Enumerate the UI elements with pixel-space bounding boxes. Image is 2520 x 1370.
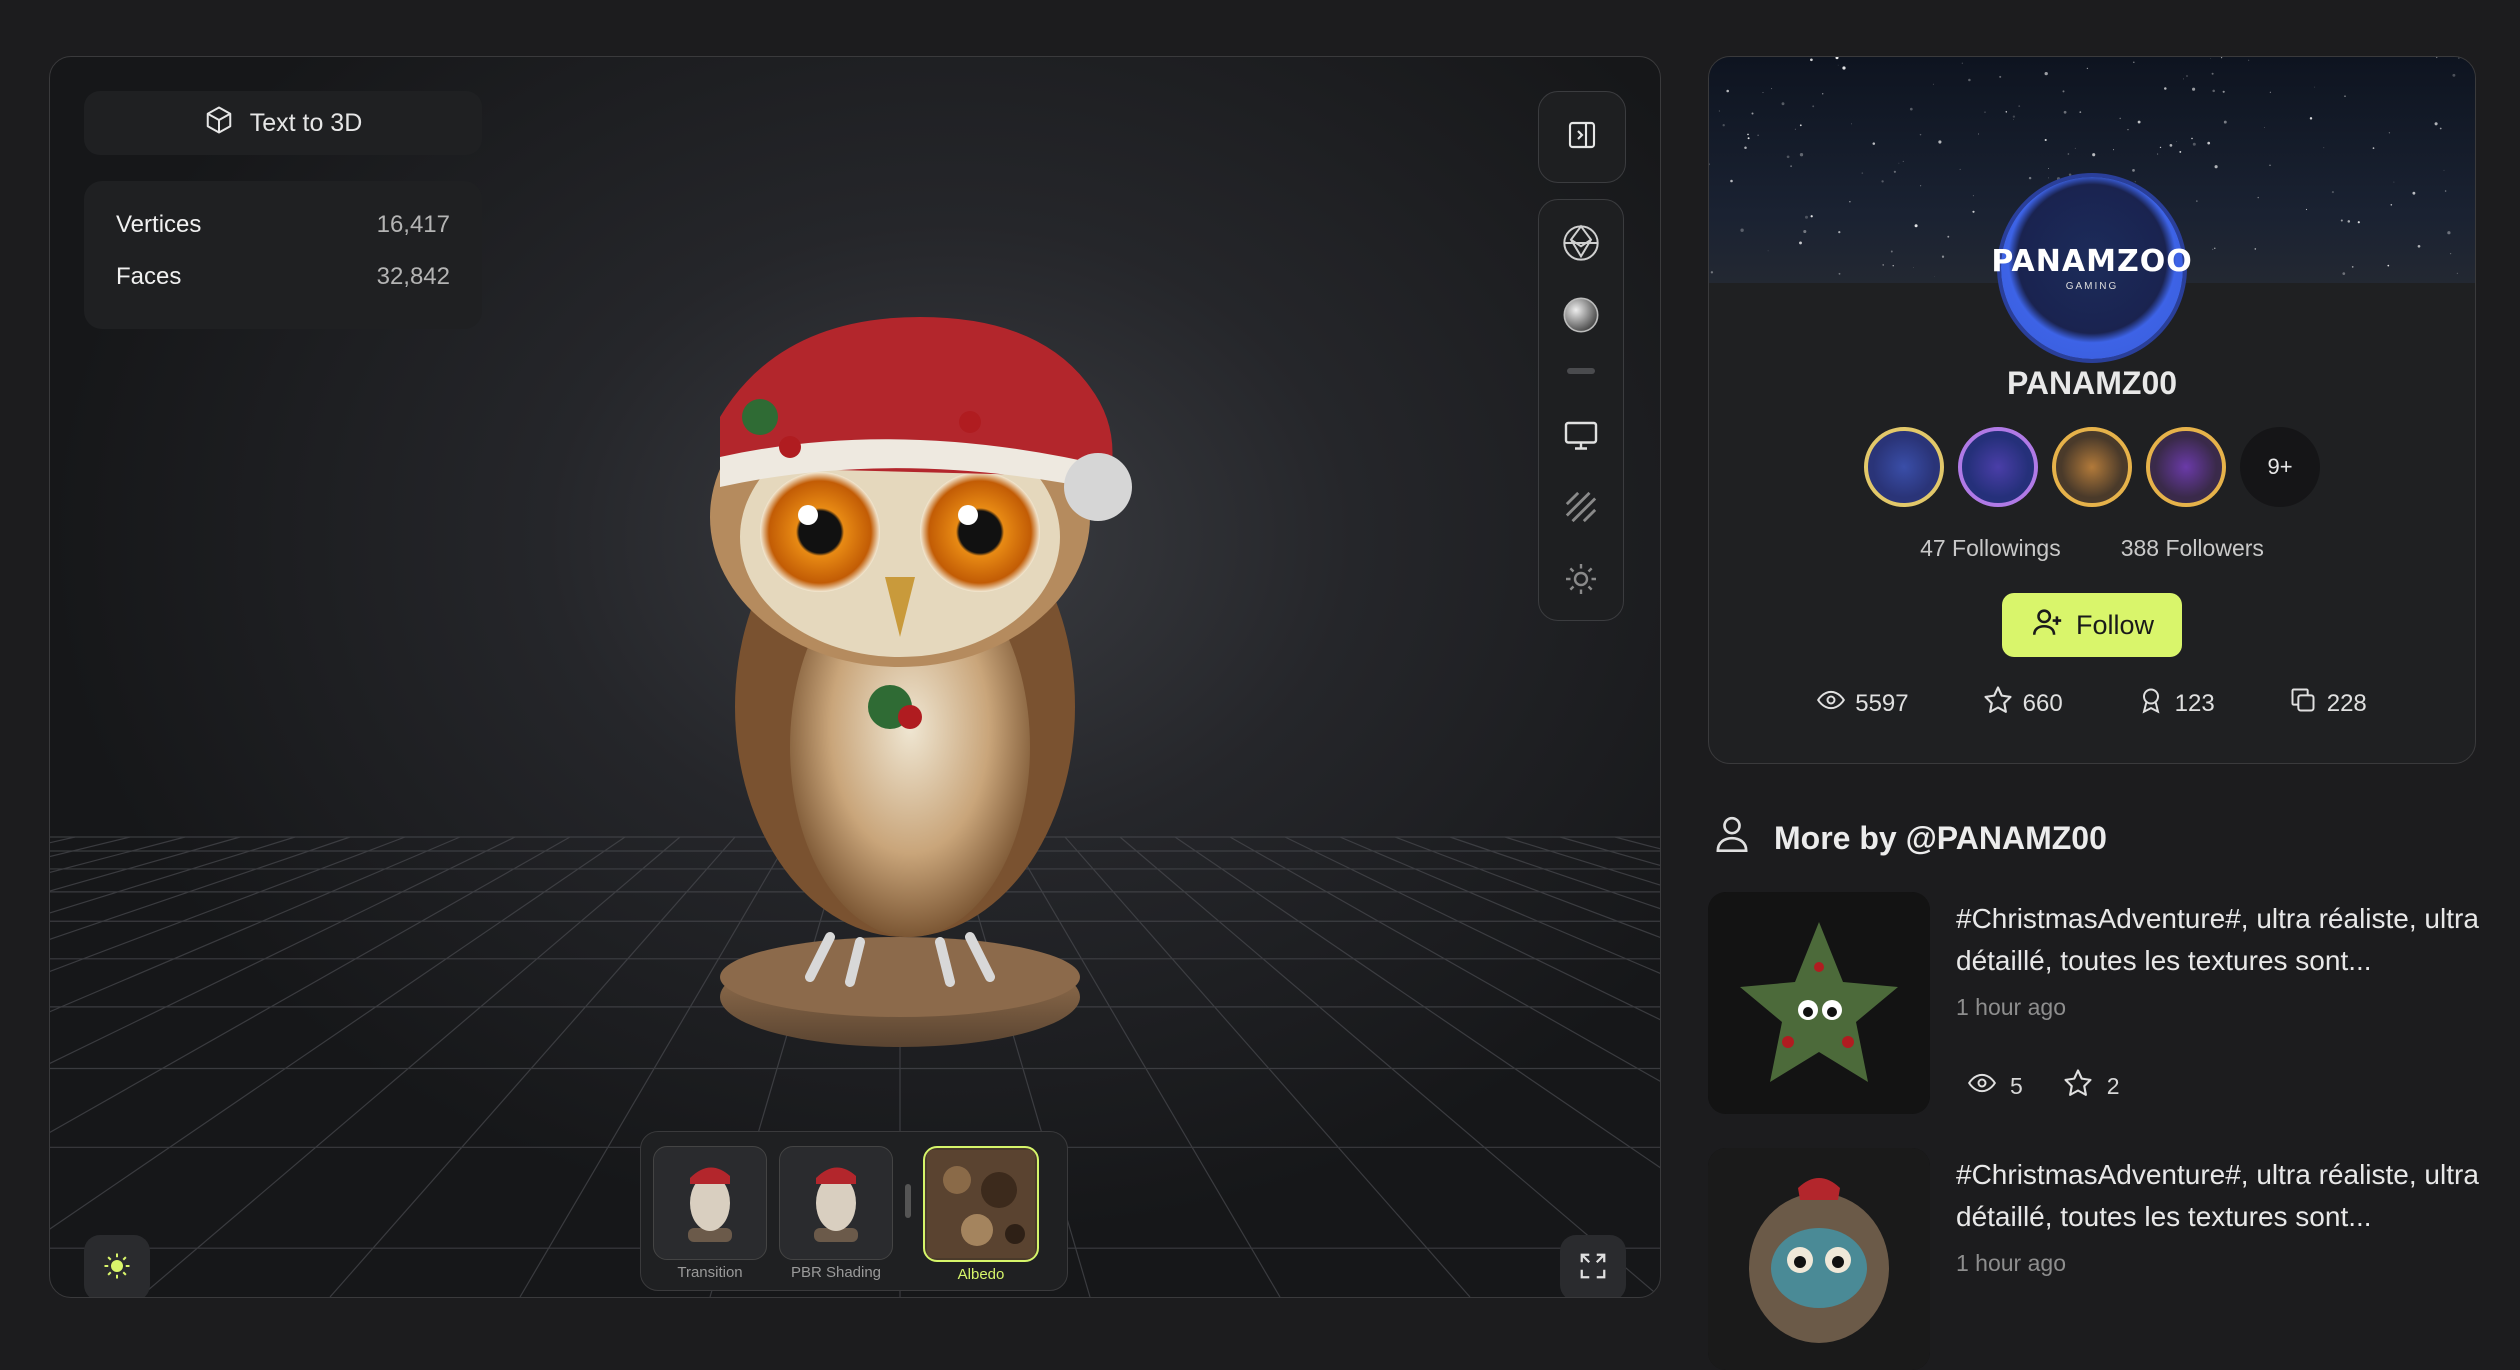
wireframe-icon bbox=[1561, 223, 1601, 268]
profile-counts: 5597 660 123 228 bbox=[1709, 685, 2475, 722]
wireframe-sphere-tool[interactable] bbox=[1556, 220, 1606, 270]
model-viewer[interactable]: Text to 3D Vertices 16,417 Faces 32,842 bbox=[49, 56, 1661, 1298]
badges-more[interactable]: 9+ bbox=[2240, 427, 2320, 507]
stars-count: 660 bbox=[1983, 685, 2063, 722]
model-card[interactable]: #ChristmasAdventure#, ultra réaliste, ul… bbox=[1708, 892, 2488, 1114]
model-card[interactable]: #ChristmasAdventure#, ultra réaliste, ul… bbox=[1708, 1148, 2488, 1370]
views-count: 5597 bbox=[1817, 685, 1909, 722]
follow-stats: 47 Followings 388 Followers bbox=[1709, 535, 2475, 562]
card-thumbnail[interactable] bbox=[1708, 1148, 1930, 1370]
copy-icon bbox=[2289, 686, 2317, 721]
eye-icon bbox=[1817, 686, 1846, 721]
copies-count: 228 bbox=[2289, 685, 2367, 722]
thumb-transition[interactable]: Transition bbox=[653, 1146, 767, 1281]
sun-outline-icon bbox=[1563, 561, 1599, 602]
thumb-pbr-shading[interactable]: PBR Shading bbox=[779, 1146, 893, 1281]
sun-icon bbox=[102, 1251, 132, 1286]
mode-pill[interactable]: Text to 3D bbox=[84, 91, 482, 155]
lighting-tool[interactable] bbox=[1556, 556, 1606, 606]
badge-4[interactable] bbox=[2146, 427, 2226, 507]
display-tool[interactable] bbox=[1556, 412, 1606, 462]
expand-icon bbox=[1578, 1251, 1608, 1286]
toolbar-divider bbox=[1567, 368, 1595, 374]
mode-label: Text to 3D bbox=[249, 108, 363, 137]
profile-card: PANAMZOO GAMING PANAMZ00 9+ 47 Following… bbox=[1708, 56, 2476, 764]
render-toolbar bbox=[1538, 199, 1624, 621]
thumb-divider[interactable] bbox=[905, 1184, 911, 1218]
thumb-image bbox=[653, 1146, 767, 1260]
owl-model bbox=[710, 317, 1132, 1047]
badge-3[interactable] bbox=[2052, 427, 2132, 507]
sphere-icon bbox=[1561, 295, 1601, 340]
thumb-image bbox=[779, 1146, 893, 1260]
stat-vertices: Vertices 16,417 bbox=[116, 211, 450, 238]
card-time: 1 hour ago bbox=[1956, 1250, 2066, 1276]
mesh-stats: Vertices 16,417 Faces 32,842 bbox=[84, 181, 482, 329]
follow-label: Follow bbox=[2075, 609, 2155, 640]
badge-2[interactable] bbox=[1958, 427, 2038, 507]
avatar[interactable]: PANAMZOO GAMING bbox=[1991, 177, 2192, 359]
thumb-albedo[interactable]: Albedo bbox=[923, 1146, 1039, 1283]
card-stats: 5 2 bbox=[1968, 1068, 2120, 1104]
followers-count[interactable]: 388 Followers bbox=[2121, 535, 2264, 562]
stat-faces: Faces 32,842 bbox=[116, 263, 450, 290]
card-views: 5 bbox=[1968, 1068, 2023, 1104]
card-time: 1 hour ago bbox=[1956, 994, 2066, 1020]
eye-icon bbox=[1968, 1069, 1996, 1103]
texture-thumbnails: Transition PBR Shading Albedo bbox=[640, 1131, 1068, 1291]
badge-row: 9+ bbox=[1709, 427, 2475, 507]
followings-count[interactable]: 47 Followings bbox=[1920, 535, 2061, 562]
award-icon bbox=[2137, 686, 2165, 721]
star-icon bbox=[1983, 685, 2013, 722]
shaded-sphere-tool[interactable] bbox=[1556, 292, 1606, 342]
user-icon bbox=[1712, 812, 1752, 864]
follow-button[interactable]: Follow bbox=[2002, 593, 2182, 657]
fullscreen-button[interactable] bbox=[1560, 1235, 1626, 1297]
sidebar-toggle-icon bbox=[1566, 119, 1598, 156]
more-by-header: More by @PANAMZ00 bbox=[1712, 812, 2107, 864]
light-mode-button[interactable] bbox=[84, 1235, 150, 1297]
badge-1[interactable] bbox=[1864, 427, 1944, 507]
cube-icon bbox=[204, 105, 234, 142]
texture-tool[interactable] bbox=[1556, 484, 1606, 534]
collapse-panel-button[interactable] bbox=[1538, 91, 1626, 183]
card-stars: 2 bbox=[2063, 1068, 2120, 1104]
card-title[interactable]: #ChristmasAdventure#, ultra réaliste, ul… bbox=[1956, 898, 2486, 982]
more-by-title: More by @PANAMZ00 bbox=[1774, 819, 2107, 856]
star-icon bbox=[2063, 1068, 2093, 1104]
user-plus-icon bbox=[2030, 605, 2064, 646]
monitor-icon bbox=[1563, 417, 1599, 458]
card-title[interactable]: #ChristmasAdventure#, ultra réaliste, ul… bbox=[1956, 1154, 2486, 1238]
awards-count: 123 bbox=[2137, 685, 2215, 722]
hatch-icon bbox=[1564, 490, 1598, 529]
profile-name: PANAMZ00 bbox=[2006, 365, 2178, 401]
card-thumbnail[interactable] bbox=[1708, 892, 1930, 1114]
thumb-image bbox=[923, 1146, 1039, 1262]
